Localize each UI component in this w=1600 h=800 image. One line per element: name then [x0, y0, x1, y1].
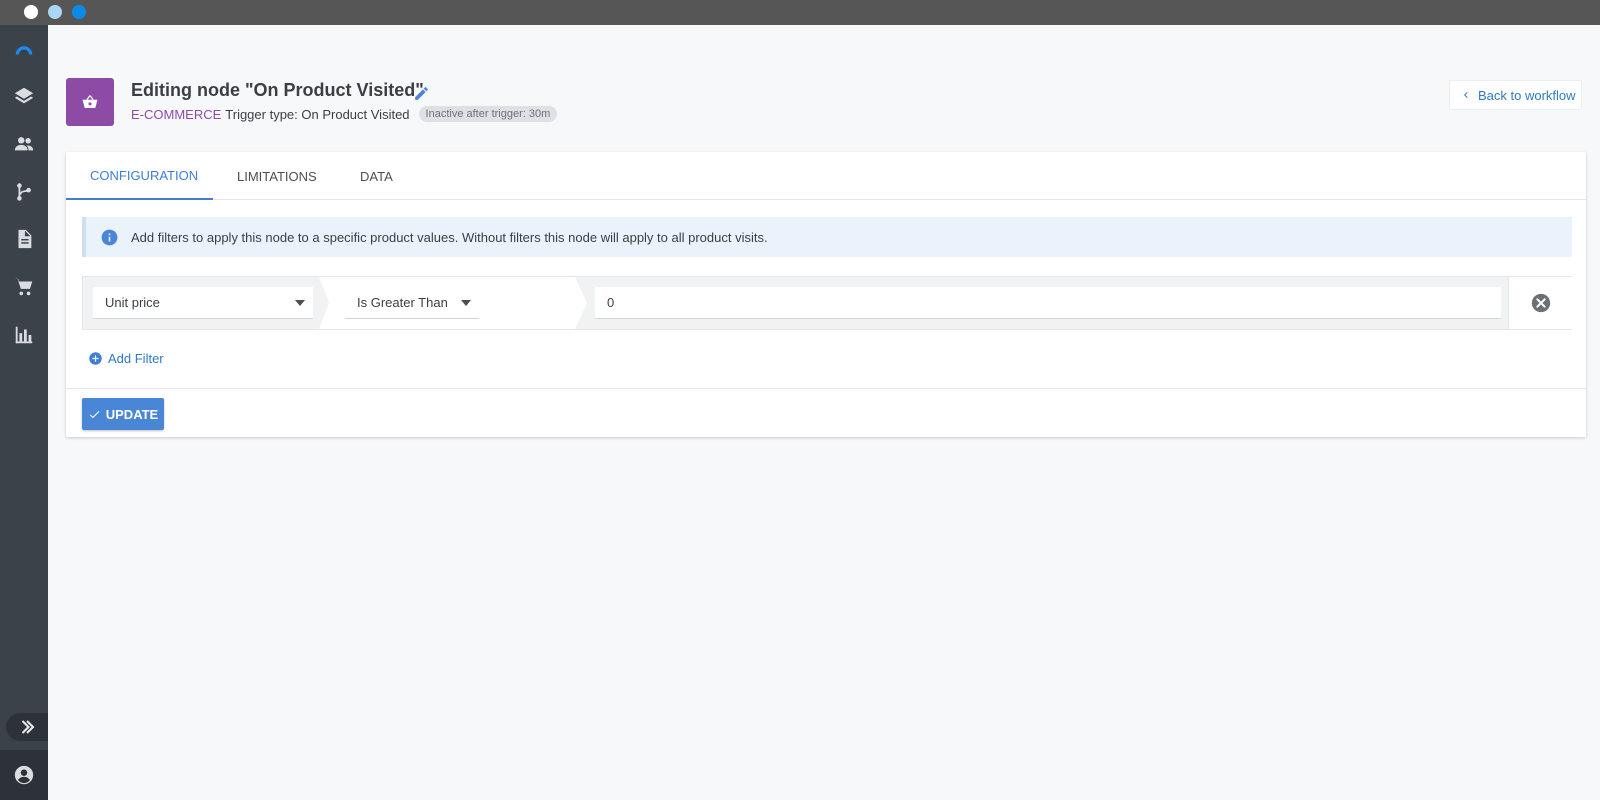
layers-icon[interactable]	[0, 74, 48, 118]
status-badge: Inactive after trigger: 30m	[418, 106, 558, 122]
bar-chart-icon[interactable]	[0, 313, 48, 357]
node-meta: E-COMMERCE Trigger type: On Product Visi…	[131, 104, 558, 124]
window-minimize-button[interactable]	[48, 5, 62, 19]
plus-circle-icon	[89, 351, 102, 365]
dropdown-caret-icon	[295, 300, 305, 306]
account-button[interactable]	[0, 750, 48, 800]
info-icon	[100, 228, 119, 247]
logo-arc-icon[interactable]	[0, 27, 48, 71]
filter-row: Unit price Is Greater Than	[82, 276, 1572, 330]
tab-bar: CONFIGURATION LIMITATIONS DATA	[66, 152, 1586, 200]
tab-limitations[interactable]: LIMITATIONS	[237, 152, 317, 200]
back-to-workflow-button[interactable]: Back to workflow	[1449, 80, 1582, 110]
filter-operator-select[interactable]: Is Greater Than	[345, 287, 479, 319]
sidebar	[0, 25, 48, 800]
tab-data[interactable]: DATA	[360, 152, 393, 200]
back-to-workflow-label: Back to workflow	[1478, 87, 1576, 103]
cart-icon[interactable]	[0, 265, 48, 309]
filter-field-value: Unit price	[105, 295, 160, 310]
window-close-button[interactable]	[24, 5, 38, 19]
workflow-branch-icon[interactable]	[0, 170, 48, 214]
account-circle-icon	[14, 765, 34, 785]
add-filter-button[interactable]: Add Filter	[88, 348, 164, 368]
close-circle-icon	[1531, 293, 1550, 313]
update-label: UPDATE	[105, 406, 159, 422]
dropdown-caret-icon	[461, 300, 471, 306]
remove-filter-button[interactable]	[1508, 277, 1572, 329]
filter-operator-value: Is Greater Than	[357, 295, 448, 310]
people-icon[interactable]	[0, 122, 48, 166]
configuration-panel: CONFIGURATION LIMITATIONS DATA Add filte…	[66, 152, 1586, 437]
chevron-left-icon	[1464, 92, 1468, 98]
double-chevron-right-icon	[21, 720, 35, 734]
check-icon	[89, 410, 100, 418]
filter-value-input[interactable]	[595, 287, 1501, 319]
panel-footer: UPDATE	[66, 388, 1586, 437]
sidebar-expand-button[interactable]	[6, 713, 48, 741]
update-button[interactable]: UPDATE	[82, 398, 164, 430]
page-title: Editing node "On Product Visited"	[131, 80, 424, 100]
trigger-type-label: Trigger type: On Product Visited	[225, 106, 410, 122]
node-type-icon	[66, 78, 114, 126]
window-titlebar	[0, 0, 1600, 25]
document-icon[interactable]	[0, 217, 48, 261]
info-text: Add filters to apply this node to a spec…	[131, 229, 768, 245]
window-maximize-button[interactable]	[72, 5, 86, 19]
tab-configuration[interactable]: CONFIGURATION	[66, 152, 213, 200]
basket-icon	[82, 95, 98, 108]
filter-separator	[575, 277, 587, 329]
category-label: E-COMMERCE	[131, 106, 222, 122]
filter-field-select[interactable]: Unit price	[93, 287, 313, 319]
filter-separator	[319, 277, 339, 329]
edit-title-icon[interactable]	[413, 85, 430, 102]
info-banner: Add filters to apply this node to a spec…	[82, 217, 1572, 257]
add-filter-label: Add Filter	[108, 350, 164, 366]
